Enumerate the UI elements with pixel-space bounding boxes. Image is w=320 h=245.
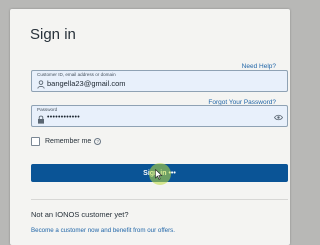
lock-icon xyxy=(38,115,44,124)
need-help-link[interactable]: Need Help? xyxy=(242,63,276,70)
sign-in-card: Sign in Need Help? Customer ID, email ad… xyxy=(10,9,290,245)
eye-icon[interactable] xyxy=(274,114,283,121)
remember-me-label[interactable]: Remember me xyxy=(45,138,91,145)
remember-me-row: Remember me ? xyxy=(31,137,102,146)
page-title: Sign in xyxy=(30,26,76,43)
email-input[interactable]: bangella23@gmail.com xyxy=(47,79,126,88)
mouse-cursor-highlight xyxy=(149,163,171,185)
mouse-cursor-icon xyxy=(155,169,163,180)
user-icon xyxy=(37,80,45,89)
password-field-label: Password xyxy=(37,107,58,112)
become-customer-link[interactable]: Become a customer now and benefit from o… xyxy=(31,227,175,234)
remember-me-checkbox[interactable] xyxy=(31,137,40,146)
email-field[interactable]: Customer ID, email address or domain ban… xyxy=(31,70,288,92)
email-field-label: Customer ID, email address or domain xyxy=(37,72,116,77)
divider xyxy=(31,199,288,200)
password-field[interactable]: Password •••••••••••• xyxy=(31,105,288,127)
not-customer-heading: Not an IONOS customer yet? xyxy=(31,210,129,219)
help-icon[interactable]: ? xyxy=(94,138,102,145)
password-input[interactable]: •••••••••••• xyxy=(47,114,80,121)
